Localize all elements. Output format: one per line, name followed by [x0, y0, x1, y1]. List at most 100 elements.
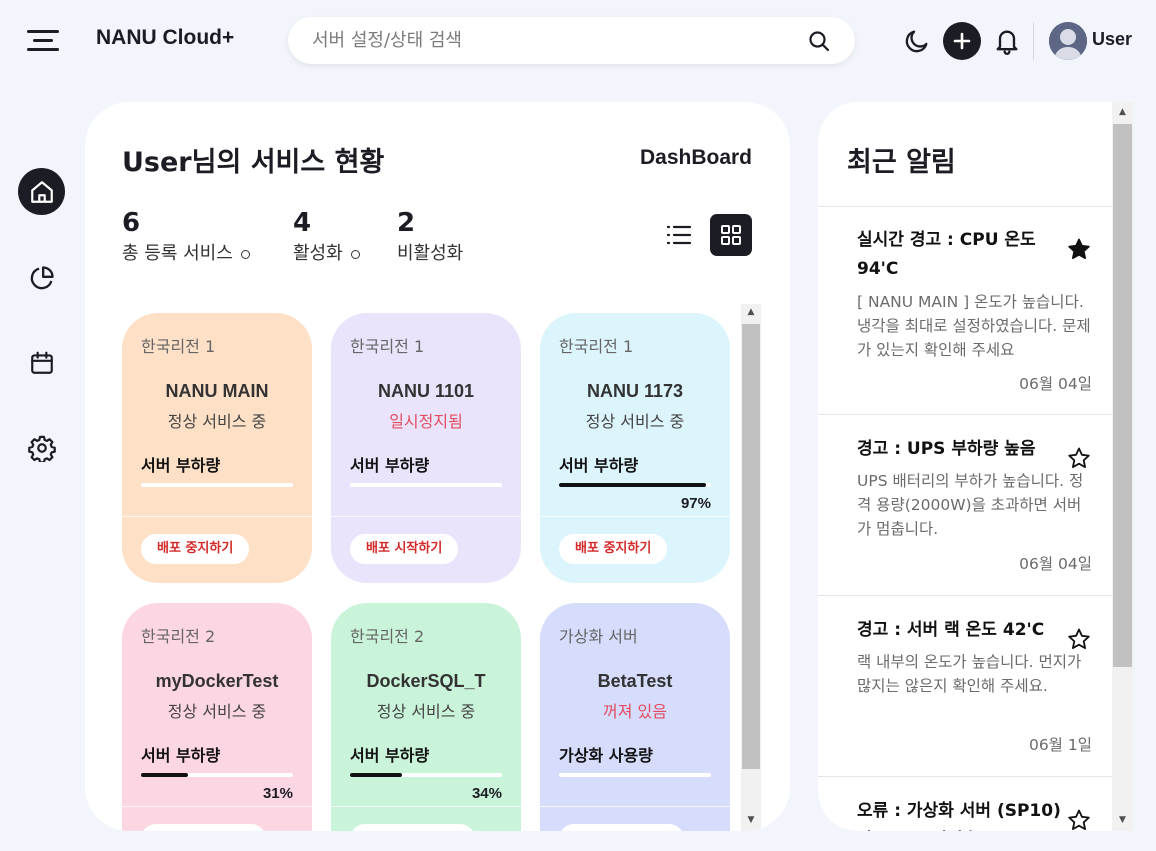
status-dot-icon	[240, 249, 250, 259]
notification-title: 경고 : UPS 부하량 높음	[857, 439, 1036, 459]
star-outline-icon[interactable]	[1067, 446, 1091, 470]
sidebar-item-settings[interactable]	[18, 424, 65, 471]
card-load-label: 가상화 사용량	[559, 746, 653, 765]
notification-body: 랙 내부의 온도가 높습니다. 먼지가 많지는 않은지 확인해 주세요.	[857, 653, 1082, 695]
star-filled-icon[interactable]	[1067, 237, 1091, 261]
card-divider	[122, 806, 312, 807]
card-status: 정상 서비스 중	[167, 702, 267, 721]
card-status: 정상 서비스 중	[585, 412, 685, 431]
notification-date: 06월 04일	[1019, 375, 1092, 393]
card-region: 한국리전 1	[350, 337, 425, 356]
sidebar-item-stats[interactable]	[18, 254, 65, 301]
stat-active: 4 활성화	[293, 208, 360, 265]
deploy-action-button[interactable]	[350, 824, 475, 831]
deploy-action-button[interactable]	[559, 824, 684, 831]
load-progress-bar	[141, 483, 293, 487]
card-service-name: myDockerTest	[155, 671, 279, 691]
list-view-button[interactable]	[658, 214, 700, 256]
load-progress-bar	[350, 483, 502, 487]
home-icon	[30, 180, 53, 203]
service-card[interactable]: 한국리전 1 NANU 1173 정상 서비스 중 서버 부하량 97% 배포 중지하기	[540, 313, 730, 583]
sidebar-item-calendar[interactable]	[18, 339, 65, 386]
card-service-name: NANU 1101	[377, 381, 475, 401]
scroll-up-arrow[interactable]: ▲	[1112, 104, 1133, 121]
sidebar-item-home[interactable]	[18, 168, 65, 215]
notification-item[interactable]: 실시간 경고 : CPU 온도 94'C [ NANU MAIN ] 온도가 높습…	[818, 206, 1112, 415]
username[interactable]: User	[1092, 29, 1132, 50]
user-avatar[interactable]	[1049, 22, 1087, 60]
notification-body: [ NANU MAIN ] 온도가 높습니다. 냉각을 최대로 설정하였습니다.…	[857, 293, 1091, 359]
card-region: 한국리전 1	[141, 337, 216, 356]
card-load-label: 서버 부하량	[559, 456, 639, 475]
service-card[interactable]: 한국리전 2 DockerSQL_T 정상 서비스 중 서버 부하량 34%	[331, 603, 521, 831]
scroll-down-arrow[interactable]: ▼	[1112, 812, 1133, 829]
grid-view-button[interactable]	[710, 214, 752, 256]
card-service-name: NANU 1173	[586, 381, 684, 401]
card-load-label: 서버 부하량	[141, 456, 221, 475]
deploy-action-button[interactable]	[141, 824, 266, 831]
notification-title: 경고 : 서버 랙 온도 42'C	[857, 620, 1045, 640]
load-progress-bar	[141, 773, 293, 777]
search-input[interactable]	[312, 30, 807, 51]
header-divider	[1033, 22, 1034, 60]
card-status: 정상 서비스 중	[376, 702, 476, 721]
dashboard-panel: User님의 서비스 현황 DashBoard 6 총 등록 서비스 4 활성화…	[85, 102, 790, 831]
card-load-percent: 31%	[262, 785, 293, 802]
search-icon[interactable]	[807, 29, 831, 53]
status-dot-icon	[350, 249, 360, 259]
star-outline-icon[interactable]	[1067, 808, 1091, 831]
list-icon	[666, 225, 692, 245]
card-load-percent: 34%	[471, 785, 502, 802]
menu-button[interactable]	[27, 30, 59, 52]
notifications-button[interactable]	[988, 22, 1026, 60]
grid-icon	[721, 225, 741, 245]
load-progress-bar	[350, 773, 502, 777]
load-progress-bar	[559, 483, 711, 487]
theme-toggle[interactable]	[898, 22, 936, 60]
notifications-scrollbar[interactable]: ▲ ▼	[1112, 102, 1133, 831]
load-progress-fill	[559, 483, 707, 487]
notification-title: 오류 : 가상화 서버 (SP10)가 오류로 꺼졌습	[857, 801, 1061, 831]
card-region: 가상화 서버	[559, 627, 638, 646]
scrollbar-thumb[interactable]	[1113, 124, 1132, 667]
search-bar	[288, 17, 855, 64]
card-region: 한국리전 2	[141, 627, 216, 646]
star-outline-icon[interactable]	[1067, 627, 1091, 651]
service-card[interactable]: 한국리전 1 NANU MAIN 정상 서비스 중서버 부하량배포 중지하기	[122, 313, 312, 583]
card-service-name: NANU MAIN	[165, 381, 269, 401]
notification-title: 실시간 경고 : CPU 온도 94'C	[857, 230, 1036, 279]
notification-item[interactable]: 오류 : 가상화 서버 (SP10)가 오류로 꺼졌습	[818, 777, 1112, 831]
scrollbar-thumb[interactable]	[742, 324, 760, 769]
service-card[interactable]: 한국리전 2 myDockerTest 정상 서비스 중서버 부하량 31%	[122, 603, 312, 831]
deploy-action-button[interactable]: 배포 중지하기	[141, 534, 250, 564]
add-button[interactable]	[943, 22, 981, 60]
card-divider	[540, 516, 730, 517]
card-load-label: 서버 부하량	[141, 746, 221, 765]
scroll-up-arrow[interactable]: ▲	[741, 304, 761, 321]
card-status: 일시정지됨	[389, 412, 463, 431]
card-status: 꺼져 있음	[603, 702, 667, 721]
card-load-percent: 97%	[680, 495, 711, 512]
deploy-action-button[interactable]: 배포 중지하기	[559, 534, 668, 564]
bell-icon	[996, 30, 1018, 55]
app-brand: NANU Cloud+	[96, 26, 235, 49]
deploy-action-button[interactable]: 배포 시작하기	[350, 534, 459, 564]
notifications-title: 최근 알림	[847, 147, 956, 178]
service-card[interactable]: 한국리전 1 NANU 1101 일시정지됨서버 부하량배포 시작하기	[331, 313, 521, 583]
card-load-label: 서버 부하량	[350, 456, 430, 475]
card-divider	[331, 516, 521, 517]
load-progress-fill	[141, 773, 189, 777]
dashboard-label: DashBoard	[639, 146, 752, 169]
notification-item[interactable]: 경고 : 서버 랙 온도 42'C 랙 내부의 온도가 높습니다. 먼지가 많지는…	[818, 596, 1112, 777]
card-status: 정상 서비스 중	[167, 412, 267, 431]
scroll-down-arrow[interactable]: ▼	[741, 812, 761, 829]
service-card[interactable]: 가상화 서버 BetaTest 꺼져 있음 가상화 사용량	[540, 603, 730, 831]
stat-inactive: 2 비활성화	[397, 208, 464, 264]
notification-date: 06월 1일	[1028, 736, 1092, 754]
gear-icon	[27, 435, 56, 462]
notifications-panel: 최근 알림 실시간 경고 : CPU 온도 94'C [ NANU MAIN ] …	[818, 102, 1112, 831]
notification-body: UPS 배터리의 부하가 높습니다. 정격 용량(2000W)을 초과하면 서버…	[857, 472, 1084, 538]
card-divider	[540, 806, 730, 807]
notification-item[interactable]: 경고 : UPS 부하량 높음 UPS 배터리의 부하가 높습니다. 정격 용량(…	[818, 415, 1112, 596]
cards-scrollbar[interactable]: ▲ ▼	[741, 304, 761, 831]
